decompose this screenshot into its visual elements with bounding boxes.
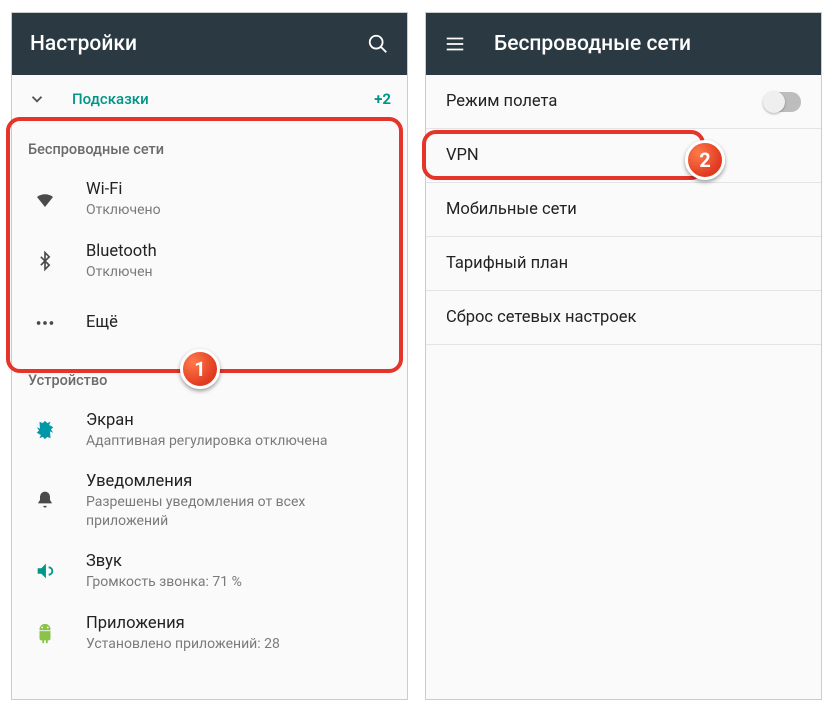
reset-item[interactable]: Сброс сетевых настроек [426,291,821,345]
airplane-label: Режим полета [446,92,557,111]
plan-label: Тарифный план [446,254,568,273]
apps-title: Приложения [86,613,391,634]
brightness-icon [28,419,62,441]
wifi-sub: Отключено [86,201,391,219]
apps-sub: Установлено приложений: 28 [86,635,391,653]
display-item[interactable]: Экран Адаптивная регулировка отключена [12,399,407,461]
plan-item[interactable]: Тарифный план [426,237,821,291]
display-sub: Адаптивная регулировка отключена [86,432,391,450]
mobile-label: Мобильные сети [446,200,577,219]
bluetooth-sub: Отключен [86,263,391,281]
vpn-label: VPN [446,146,479,165]
appbar: Беспроводные сети [426,13,821,75]
page-title: Беспроводные сети [494,32,803,56]
airplane-item[interactable]: Режим полета [426,75,821,129]
airplane-toggle[interactable] [765,92,801,112]
apps-item[interactable]: Приложения Установлено приложений: 28 [12,602,407,664]
chevron-down-icon [28,90,58,108]
more-item[interactable]: Ещё [12,292,407,354]
wifi-item[interactable]: Wi-Fi Отключено [12,168,407,230]
search-icon[interactable] [367,33,389,55]
display-title: Экран [86,410,391,431]
reset-label: Сброс сетевых настроек [446,308,636,327]
wireless-screen: Беспроводные сети Режим полета VPN Мобил… [425,12,822,700]
dots-icon [28,312,62,334]
wifi-title: Wi-Fi [86,179,391,200]
step-badge-2: 2 [685,140,725,180]
suggestions-label: Подсказки [72,90,374,108]
suggestions-count: +2 [374,90,391,108]
bluetooth-title: Bluetooth [86,241,391,262]
sound-title: Звук [86,551,391,572]
volume-icon [28,560,62,582]
sound-sub: Громкость звонка: 71 % [86,573,391,591]
notifications-title: Уведомления [86,471,391,492]
android-icon [28,622,62,644]
appbar: Настройки [12,13,407,75]
vpn-item[interactable]: VPN [426,129,821,183]
sound-item[interactable]: Звук Громкость звонка: 71 % [12,540,407,602]
bell-icon [28,489,62,511]
notifications-item[interactable]: Уведомления Разрешены уведомления от все… [12,461,407,540]
hamburger-icon[interactable] [444,33,466,55]
section-header-wireless: Беспроводные сети [12,123,407,168]
bluetooth-item[interactable]: Bluetooth Отключен [12,230,407,292]
more-title: Ещё [86,312,391,333]
wifi-icon [28,187,62,211]
notifications-sub: Разрешены уведомления от всех приложений [86,493,391,529]
page-title: Настройки [30,32,339,56]
bluetooth-icon [28,249,62,273]
suggestions-row[interactable]: Подсказки +2 [12,75,407,123]
step-badge-1: 1 [180,349,220,389]
mobile-item[interactable]: Мобильные сети [426,183,821,237]
